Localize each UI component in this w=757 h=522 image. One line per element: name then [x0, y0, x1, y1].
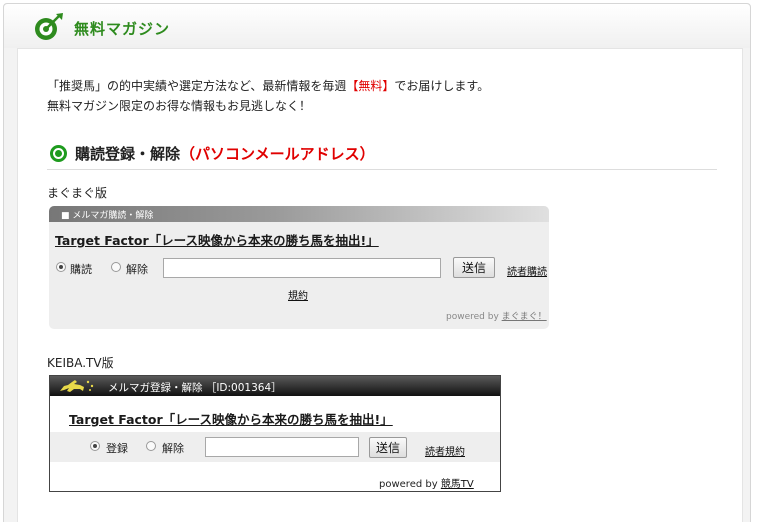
header: 無料マガジン: [4, 4, 750, 48]
mag2-unsubscribe-radio[interactable]: [111, 262, 121, 272]
intro-line-1-post: でお届けします。: [394, 79, 490, 93]
keiba-version-label: KEIBA.TV版: [47, 356, 114, 370]
keiba-register-label: 登録: [106, 442, 128, 455]
target-arrow-icon: [35, 13, 63, 40]
mag2-subscribe-radio[interactable]: [56, 262, 66, 272]
keiba-subscribe-box: メルマガ登録・解除 ［ID:001364］ Target Factor「レース映…: [49, 375, 501, 492]
section-subtitle: （パソコンメールアドレス）: [180, 145, 375, 163]
mag2-powered-by: powered by まぐまぐ！: [446, 309, 547, 322]
keiba-unsubscribe-label: 解除: [162, 442, 184, 455]
mag2-powered-prefix: powered by: [446, 312, 502, 322]
keiba-unsubscribe-radio[interactable]: [146, 441, 156, 451]
main-content: 「推奨馬」の的中実績や選定方法など、最新情報を毎週【無料】でお届けします。 無料…: [17, 48, 743, 522]
keiba-powered-by: powered by 競馬TV: [379, 475, 474, 490]
keiba-bar-text: メルマガ登録・解除 ［ID:001364］: [108, 382, 282, 394]
keiba-register-radio[interactable]: [90, 441, 100, 451]
mag2-email-input[interactable]: [163, 258, 441, 278]
free-highlight: 【無料】: [346, 79, 395, 93]
mag2-terms-link[interactable]: 規約: [288, 287, 308, 302]
section-title-main: 購読登録・解除: [75, 145, 181, 163]
keiba-magazine-title[interactable]: Target Factor「レース映像から本来の勝ち馬を抽出!」: [69, 409, 393, 428]
page-frame: 無料マガジン 「推奨馬」の的中実績や選定方法など、最新情報を毎週【無料】でお届け…: [3, 3, 751, 522]
keiba-form-row: 登録 解除 送信 読者規約: [50, 432, 500, 462]
intro-line-1: 「推奨馬」の的中実績や選定方法など、最新情報を毎週【無料】でお届けします。: [47, 76, 489, 96]
mag2-submit-button[interactable]: 送信: [453, 257, 495, 278]
mag2-subscribe-label: 購読: [70, 263, 92, 276]
mag2-subscribe-box: ■ メルマガ購読・解除 Target Factor「レース映像から本来の勝ち馬を…: [49, 206, 549, 329]
keiba-powered-prefix: powered by: [379, 479, 441, 490]
mag2-version-label: まぐまぐ版: [47, 186, 108, 200]
intro-text: 「推奨馬」の的中実績や選定方法など、最新情報を毎週【無料】でお届けします。 無料…: [47, 76, 489, 116]
keiba-terms-link[interactable]: 読者規約: [425, 443, 465, 458]
intro-line-1-pre: 「推奨馬」の的中実績や選定方法など、最新情報を毎週: [47, 79, 347, 93]
horse-logo-icon: [60, 380, 94, 392]
section-heading: 購読登録・解除（パソコンメールアドレス）: [47, 140, 717, 170]
mag2-magazine-title[interactable]: Target Factor「レース映像から本来の勝ち馬を抽出!」: [55, 230, 379, 249]
mag2-title-bar: ■ メルマガ購読・解除: [49, 206, 549, 222]
section-title: 購読登録・解除（パソコンメールアドレス）: [75, 143, 375, 164]
keiba-title-bar: メルマガ登録・解除 ［ID:001364］: [50, 376, 500, 396]
mag2-reader-link[interactable]: 読者購読: [507, 263, 547, 278]
mag2-powered-link[interactable]: まぐまぐ！: [502, 312, 547, 322]
circle-bullet-icon: [50, 145, 67, 162]
mag2-bar-text: ■ メルマガ購読・解除: [61, 211, 154, 221]
header-title: 無料マガジン: [74, 20, 171, 38]
keiba-submit-button[interactable]: 送信: [369, 437, 407, 458]
keiba-email-input[interactable]: [205, 437, 359, 457]
keiba-powered-link[interactable]: 競馬TV: [441, 479, 474, 490]
intro-line-2: 無料マガジン限定のお得な情報もお見逃しなく！: [47, 99, 312, 113]
mag2-unsubscribe-label: 解除: [126, 263, 148, 276]
